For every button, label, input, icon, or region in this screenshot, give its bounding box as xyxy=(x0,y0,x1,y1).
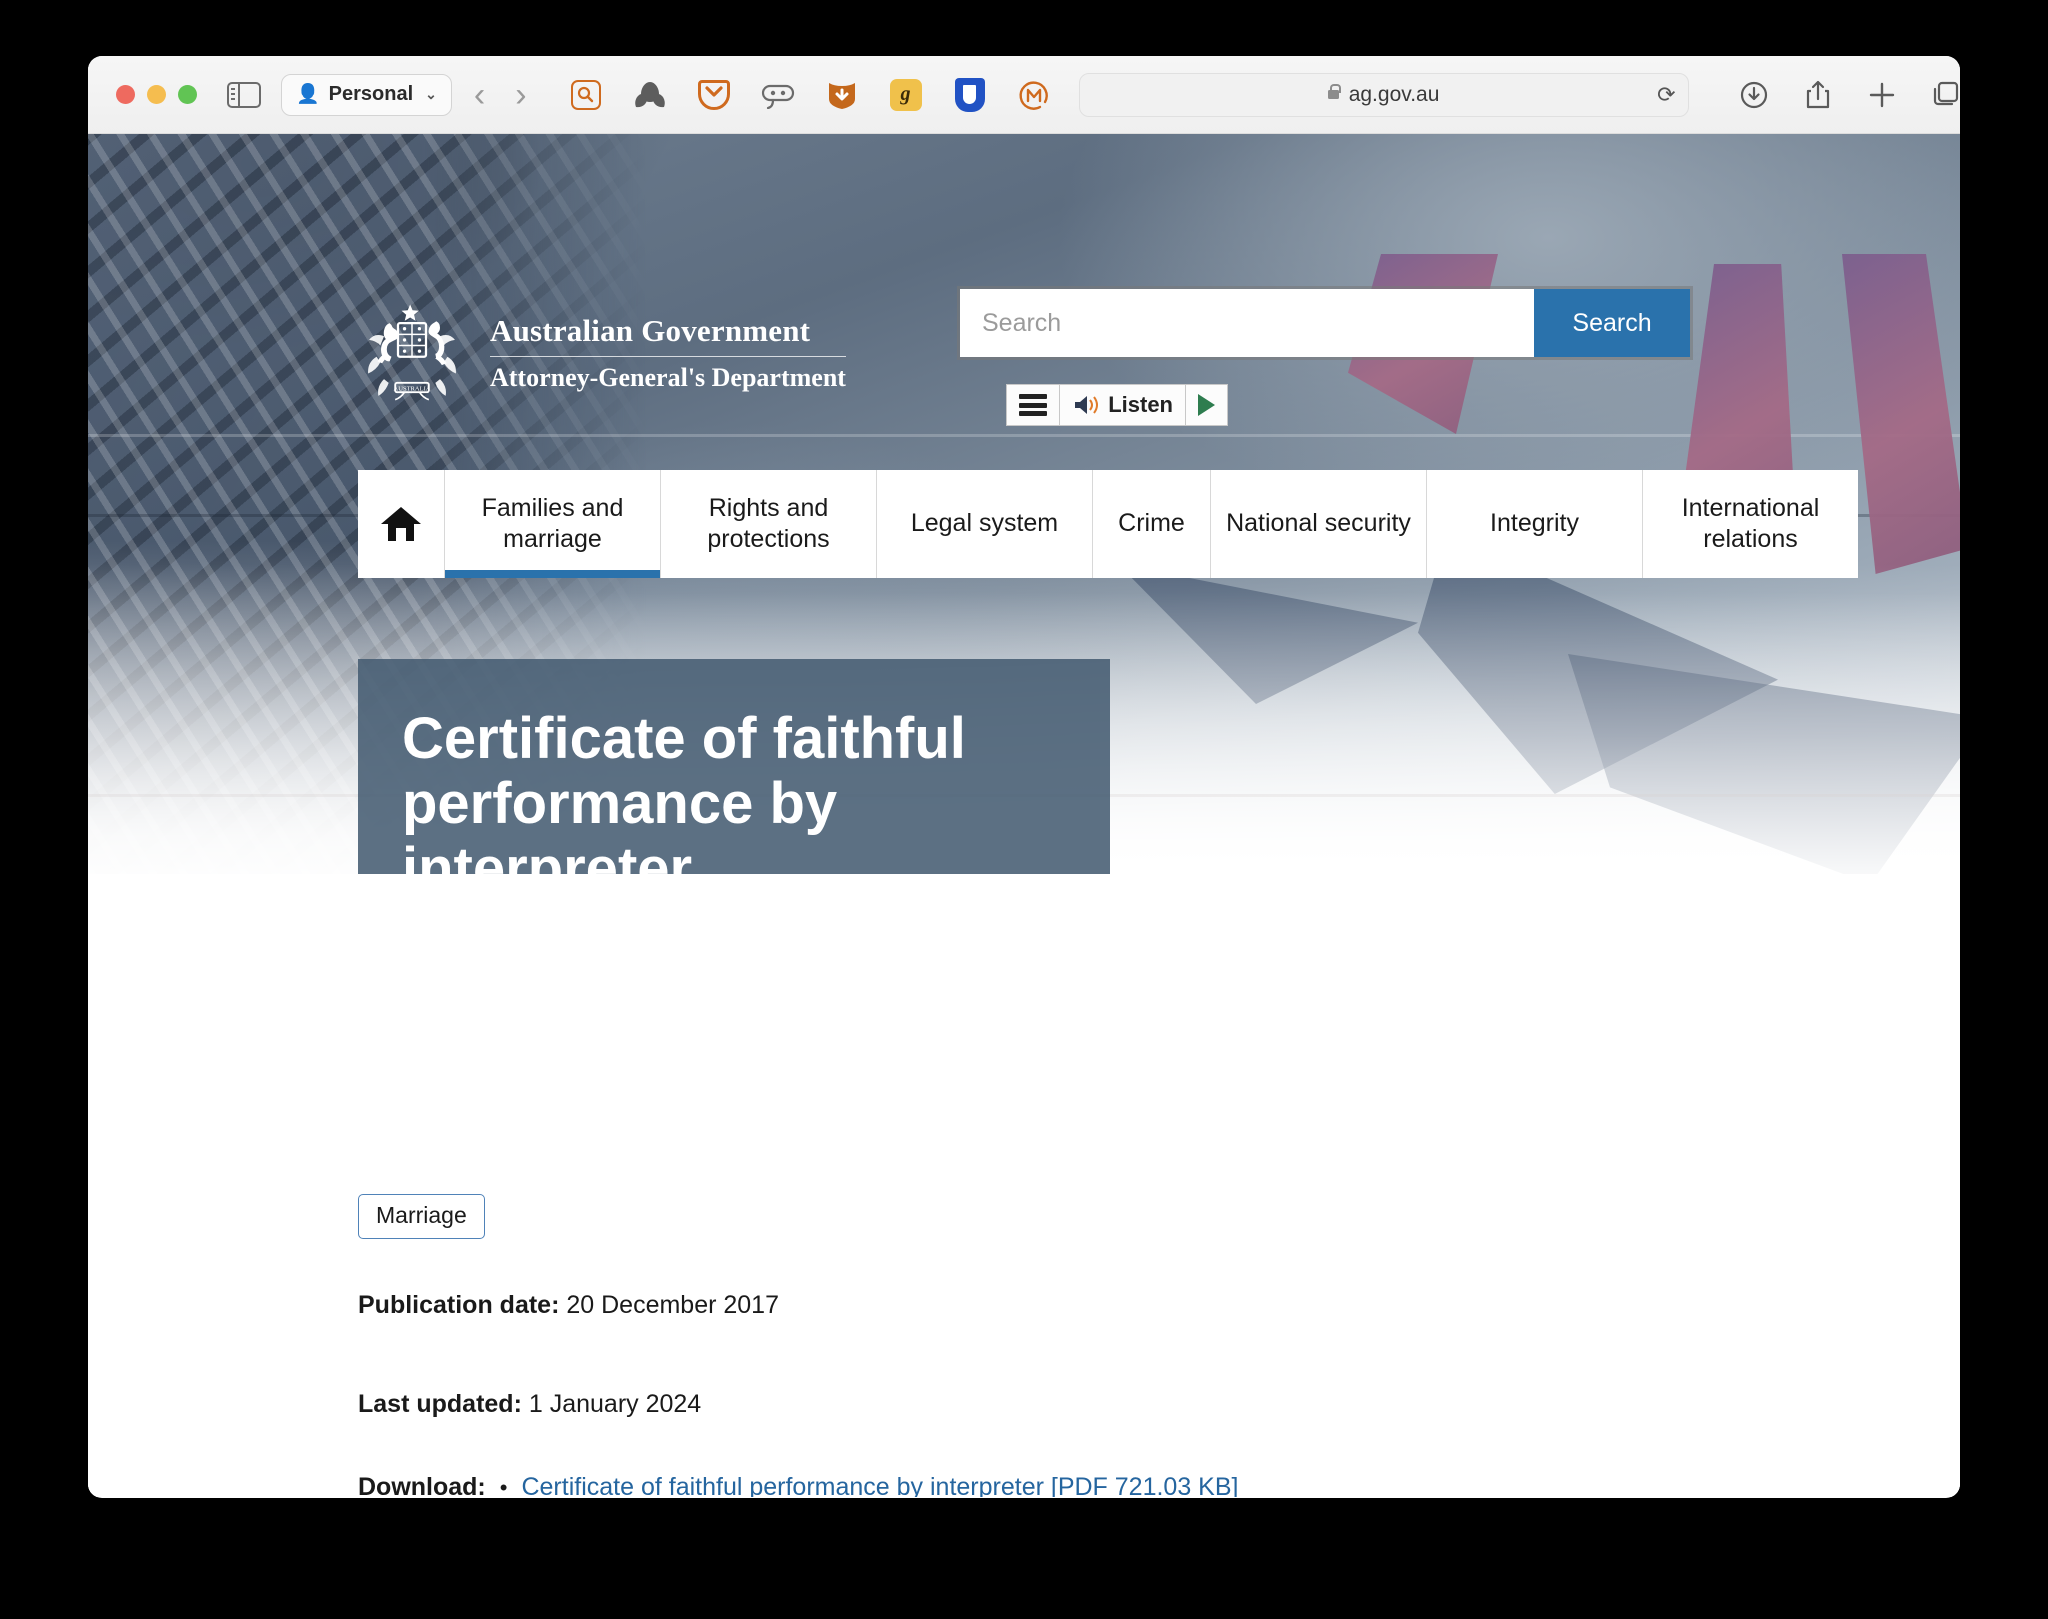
photo-highlight-line xyxy=(88,434,1960,437)
branding-divider xyxy=(490,356,846,357)
firefox-download-extension-icon[interactable] xyxy=(823,76,861,114)
toolbar-right-icons xyxy=(1737,78,1960,112)
back-button[interactable]: ‹ xyxy=(474,78,485,112)
download-line: Download: • Certificate of faithful perf… xyxy=(358,1473,1690,1497)
listen-button[interactable]: Listen xyxy=(1059,385,1185,425)
privacy-badger-extension-icon[interactable] xyxy=(759,76,797,114)
address-bar-container: ag.gov.au ⟳ xyxy=(1053,73,1715,117)
page-content: Marriage Publication date: 20 December 2… xyxy=(88,874,1960,1497)
nav-item-legal-system[interactable]: Legal system xyxy=(876,470,1092,578)
badger-face-icon xyxy=(760,81,796,109)
address-text: ag.gov.au xyxy=(1349,83,1440,107)
lock-icon xyxy=(1328,90,1339,99)
last-updated-value: 1 January 2024 xyxy=(529,1390,701,1418)
download-shield-icon xyxy=(826,79,858,111)
pocket-chevron-icon xyxy=(698,80,730,110)
magnifier-icon xyxy=(571,80,601,110)
site-branding[interactable]: AUSTRALIA Australian Government Attorney… xyxy=(356,300,846,406)
close-window-button[interactable] xyxy=(116,85,135,104)
bitwarden-extension-icon[interactable] xyxy=(951,76,989,114)
main-navigation: Families and marriage Rights and protect… xyxy=(358,470,1858,578)
svg-text:AUSTRALIA: AUSTRALIA xyxy=(394,385,431,392)
person-icon: 👤 xyxy=(296,85,320,104)
last-updated-line: Last updated: 1 January 2024 xyxy=(358,1390,1690,1419)
share-icon[interactable] xyxy=(1801,78,1835,112)
profile-label: Personal xyxy=(329,83,413,106)
department-name: Australian Government Attorney-General's… xyxy=(490,313,846,393)
leaf-cluster-icon xyxy=(633,80,667,110)
forward-button[interactable]: › xyxy=(515,78,526,112)
nav-item-national-security[interactable]: National security xyxy=(1210,470,1426,578)
maximize-window-button[interactable] xyxy=(178,85,197,104)
sidebar-toggle-icon[interactable] xyxy=(227,82,261,108)
anonaddy-extension-icon[interactable] xyxy=(631,76,669,114)
listen-menu-button[interactable] xyxy=(1007,385,1059,425)
topic-tag-marriage[interactable]: Marriage xyxy=(358,1194,485,1239)
chevron-down-icon: ⌄ xyxy=(425,86,437,103)
nav-item-integrity[interactable]: Integrity xyxy=(1426,470,1642,578)
listen-widget: Listen xyxy=(1006,384,1228,426)
pocket-extension-icon[interactable] xyxy=(695,76,733,114)
m-circle-icon xyxy=(1017,78,1051,112)
address-bar[interactable]: ag.gov.au ⟳ xyxy=(1079,73,1689,117)
search-button[interactable]: Search xyxy=(1534,289,1690,357)
play-icon xyxy=(1198,394,1215,416)
site-search: Search xyxy=(960,289,1690,357)
download-label: Download: xyxy=(358,1473,486,1497)
profile-switcher-button[interactable]: 👤 Personal ⌄ xyxy=(281,74,452,116)
browser-nav-arrows: ‹ › xyxy=(474,78,527,112)
web-page: AUSTRALIA Australian Government Attorney… xyxy=(88,134,1960,1497)
list-bullet: • xyxy=(500,1475,508,1497)
nav-item-families-and-marriage[interactable]: Families and marriage xyxy=(444,470,660,578)
australian-government-crest-icon: AUSTRALIA xyxy=(356,300,468,406)
window-traffic-lights xyxy=(116,85,197,104)
nav-item-crime[interactable]: Crime xyxy=(1092,470,1210,578)
new-tab-icon[interactable] xyxy=(1865,78,1899,112)
speaker-icon xyxy=(1072,393,1100,417)
publication-date-value: 20 December 2017 xyxy=(566,1291,779,1319)
search-extension-icon[interactable] xyxy=(567,76,605,114)
downloads-icon[interactable] xyxy=(1737,78,1771,112)
government-title: Australian Government xyxy=(490,313,846,349)
hamburger-menu-icon xyxy=(1019,391,1047,420)
publication-date-line: Publication date: 20 December 2017 xyxy=(358,1291,1690,1320)
g-letter-icon: g xyxy=(890,79,922,111)
browser-toolbar: 👤 Personal ⌄ ‹ › xyxy=(88,56,1960,134)
search-input[interactable] xyxy=(960,289,1534,357)
download-pdf-link[interactable]: Certificate of faithful performance by i… xyxy=(521,1473,1238,1497)
nav-home-link[interactable] xyxy=(358,470,444,578)
department-title: Attorney-General's Department xyxy=(490,363,846,393)
listen-play-button[interactable] xyxy=(1185,385,1227,425)
publication-date-label: Publication date: xyxy=(358,1291,559,1319)
reload-button[interactable]: ⟳ xyxy=(1657,82,1675,108)
nav-item-rights-and-protections[interactable]: Rights and protections xyxy=(660,470,876,578)
browser-window: 👤 Personal ⌄ ‹ › xyxy=(88,56,1960,1498)
listen-label: Listen xyxy=(1108,392,1173,418)
shield-icon xyxy=(955,78,985,112)
malwarebytes-extension-icon[interactable] xyxy=(1015,76,1053,114)
extension-icons: g xyxy=(567,76,1053,114)
last-updated-label: Last updated: xyxy=(358,1390,522,1418)
minimize-window-button[interactable] xyxy=(147,85,166,104)
tab-overview-icon[interactable] xyxy=(1929,78,1960,112)
grammarly-extension-icon[interactable]: g xyxy=(887,76,925,114)
nav-item-international-relations[interactable]: International relations xyxy=(1642,470,1858,578)
home-icon xyxy=(379,504,423,544)
page-title: Certificate of faithful performance by i… xyxy=(402,707,1066,902)
